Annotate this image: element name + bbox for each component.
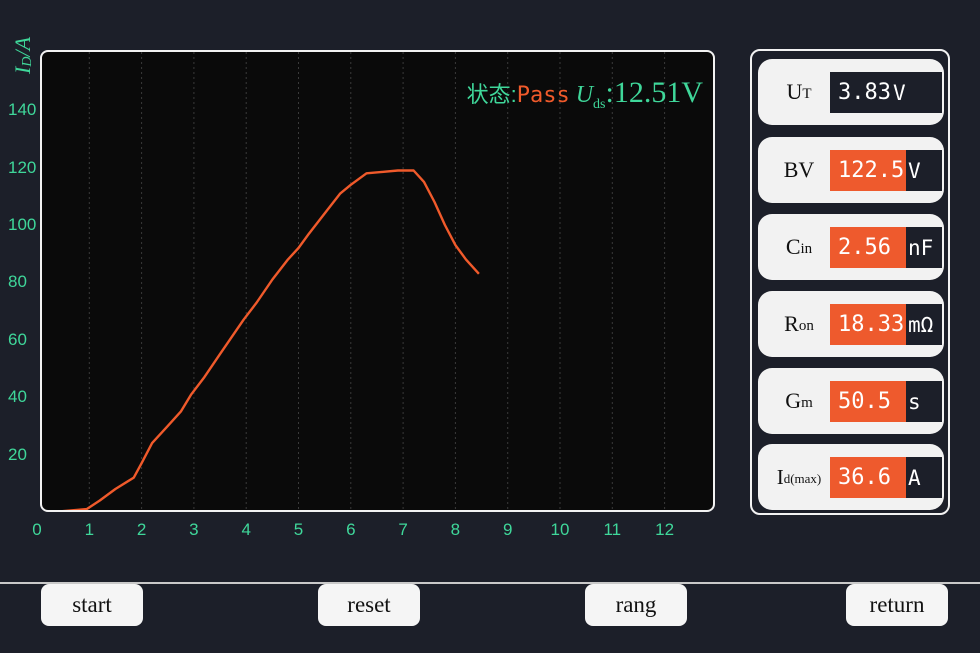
x-tick-label: 6 bbox=[346, 520, 356, 539]
return-button[interactable]: return bbox=[846, 584, 948, 626]
param-value-box: 50.5 s bbox=[830, 381, 942, 422]
param-gm: Gm 50.5 s bbox=[758, 368, 944, 434]
y-tick-label: 60 bbox=[8, 329, 27, 349]
param-value: 18.33 bbox=[830, 304, 906, 345]
parameter-panel: UT 3.83 V BV 122.5 V Cin 2.56 nF Ron 18.… bbox=[750, 49, 950, 515]
y-axis-label: ID/A bbox=[9, 36, 36, 74]
x-tick-label: 3 bbox=[189, 520, 199, 539]
x-tick-label: 4 bbox=[241, 520, 251, 539]
param-unit: mΩ bbox=[908, 312, 934, 337]
y-tick-label: 40 bbox=[8, 387, 27, 407]
param-ron: Ron 18.33 mΩ bbox=[758, 291, 944, 357]
plot-area: 状态: Pass Uds :12.51V bbox=[40, 50, 715, 512]
x-tick-label: 12 bbox=[655, 520, 675, 539]
param-name: Id(max) bbox=[776, 464, 822, 489]
param-cin: Cin 2.56 nF bbox=[758, 214, 944, 280]
param-value: 50.5 bbox=[830, 381, 906, 422]
x-tick-label: 11 bbox=[603, 520, 622, 539]
x-tick-label: 7 bbox=[398, 520, 408, 539]
param-value: 2.56 bbox=[830, 227, 906, 268]
param-value: 3.83 bbox=[838, 80, 891, 105]
x-tick-label: 8 bbox=[450, 520, 461, 539]
param-value-box: 3.83 V bbox=[830, 72, 942, 113]
param-name: Cin bbox=[785, 234, 813, 259]
param-idmax: Id(max) 36.6 A bbox=[758, 444, 944, 510]
x-tick-label: 0 bbox=[32, 520, 42, 539]
x-tick-label: 5 bbox=[293, 520, 304, 539]
param-unit: A bbox=[908, 465, 921, 490]
x-tick-label: 2 bbox=[136, 520, 147, 539]
param-name: UT bbox=[786, 79, 812, 104]
param-unit: V bbox=[892, 80, 906, 105]
rang-button[interactable]: rang bbox=[585, 584, 687, 626]
y-tick-label: 100 bbox=[8, 215, 37, 234]
param-unit: V bbox=[908, 158, 921, 183]
status-value: Pass bbox=[516, 83, 570, 108]
series-line-0 bbox=[62, 169, 480, 510]
param-value-box: 36.6 A bbox=[830, 457, 942, 498]
param-name: Ron bbox=[784, 311, 814, 336]
y-tick-label: 80 bbox=[8, 272, 27, 292]
param-ut: UT 3.83 V bbox=[758, 59, 944, 125]
y-tick-label: 20 bbox=[8, 444, 27, 464]
y-tick-label: 140 bbox=[8, 100, 37, 120]
param-name: BV bbox=[783, 157, 815, 182]
x-tick-label: 10 bbox=[550, 520, 570, 539]
status-label: 状态: bbox=[466, 82, 517, 107]
param-name: Gm bbox=[785, 388, 813, 413]
uds-value: :12.51V bbox=[605, 76, 704, 109]
uds-symbol: Uds bbox=[575, 82, 606, 112]
y-tick-label: 120 bbox=[8, 157, 37, 177]
x-tick-label: 1 bbox=[84, 520, 95, 539]
param-value: 36.6 bbox=[830, 457, 906, 498]
start-button[interactable]: start bbox=[41, 584, 143, 626]
x-tick-label: 9 bbox=[502, 520, 513, 539]
param-value-box: 18.33 mΩ bbox=[830, 304, 942, 345]
param-value: 122.5 bbox=[830, 150, 906, 191]
param-value-box: 2.56 nF bbox=[830, 227, 942, 268]
reset-button[interactable]: reset bbox=[318, 584, 420, 626]
id-curve-chart bbox=[62, 52, 666, 510]
param-unit: nF bbox=[908, 235, 934, 260]
bottom-divider bbox=[0, 582, 980, 584]
param-bv: BV 122.5 V bbox=[758, 137, 944, 203]
param-unit: s bbox=[908, 389, 921, 414]
param-value-box: 122.5 V bbox=[830, 150, 942, 191]
status-readout: 状态: Pass Uds :12.51V bbox=[467, 76, 703, 113]
